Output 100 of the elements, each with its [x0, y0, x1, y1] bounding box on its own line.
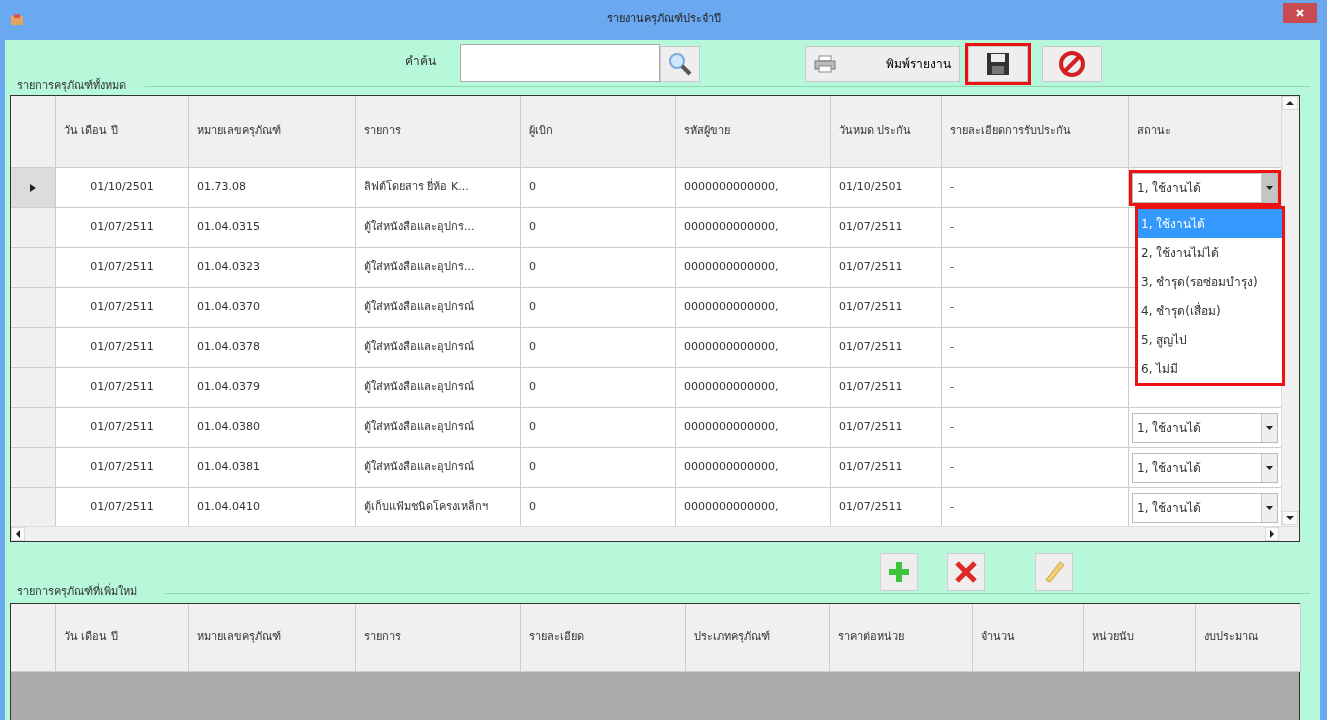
x-mark-icon [954, 560, 978, 584]
table-cell: 0000000000000, [676, 288, 831, 328]
column-header[interactable]: รายละเอียด [521, 604, 686, 672]
dropdown-arrow-button[interactable] [1261, 453, 1277, 482]
delete-button[interactable] [947, 553, 985, 591]
dropdown-arrow-button[interactable] [1261, 493, 1277, 522]
table-cell: 0 [521, 288, 676, 328]
status-dropdown[interactable]: 1, ใช้งานได้ [1132, 492, 1278, 523]
dropdown-option[interactable]: 5, สูญไป [1138, 325, 1282, 354]
column-header [11, 96, 56, 168]
dropdown-option[interactable]: 4, ชำรุด(เสื่อม) [1138, 296, 1282, 325]
status-dropdown[interactable]: 1, ใช้งานได้ [1132, 452, 1278, 483]
table-cell: 0 [521, 328, 676, 368]
column-header[interactable]: หน่วยนับ [1084, 604, 1196, 672]
column-header[interactable]: วัน เดือน ปี [56, 96, 189, 168]
table-cell: - [942, 248, 1129, 288]
table-cell: 01.04.0381 [189, 448, 356, 488]
printer-icon [814, 55, 836, 73]
table-cell: 01/07/2511 [831, 248, 942, 288]
column-header[interactable]: งบประมาณ [1196, 604, 1301, 672]
column-header[interactable]: วันหมด ประกัน [831, 96, 942, 168]
table-cell: 01/07/2511 [831, 288, 942, 328]
table-cell: 0000000000000, [676, 248, 831, 288]
caret-icon [1266, 185, 1273, 190]
edit-button[interactable] [1035, 553, 1073, 591]
table-cell: 01/07/2511 [56, 208, 189, 248]
row-header[interactable] [11, 248, 56, 288]
dropdown-arrow-button[interactable] [1261, 173, 1277, 202]
dropdown-option[interactable]: 6, ไม่มี [1138, 354, 1282, 383]
status-dropdown[interactable]: 1, ใช้งานได้ [1132, 172, 1278, 203]
current-row-icon [30, 183, 36, 192]
search-field[interactable] [460, 44, 660, 82]
table-cell: 0000000000000, [676, 448, 831, 488]
close-button[interactable] [1283, 3, 1317, 23]
row-header[interactable] [11, 448, 56, 488]
table-cell: 0 [521, 168, 676, 208]
table-cell: ตู้ใส่หนังสือและอุปกร... [356, 208, 521, 248]
app-icon [10, 14, 24, 26]
table-cell: 0000000000000, [676, 368, 831, 408]
status-dropdown[interactable]: 1, ใช้งานได้ [1132, 412, 1278, 443]
table-cell: - [942, 408, 1129, 448]
table-cell: 01/07/2511 [56, 368, 189, 408]
column-header[interactable]: สถานะ [1129, 96, 1282, 168]
table-cell: 01.04.0380 [189, 408, 356, 448]
group-label: รายการครุภัณฑ์ทั้งหมด [17, 78, 126, 94]
column-header[interactable]: รายละเอียดการรับประกัน [942, 96, 1129, 168]
table-cell: 01.04.0379 [189, 368, 356, 408]
caret-icon [1266, 505, 1273, 510]
caret-icon [1266, 425, 1273, 430]
table-cell: ตู้ใส่หนังสือและอุปกรณ์ [356, 288, 521, 328]
add-button[interactable] [880, 553, 918, 591]
column-header[interactable]: ราคาต่อหน่วย [830, 604, 973, 672]
close-icon [1295, 8, 1305, 18]
dropdown-arrow-button[interactable] [1261, 413, 1277, 442]
row-header[interactable] [11, 408, 56, 448]
row-header[interactable] [11, 368, 56, 408]
column-header[interactable]: วัน เดือน ปี [56, 604, 189, 672]
table-cell: 0 [521, 448, 676, 488]
table-cell: 01/10/2501 [831, 168, 942, 208]
search-icon [667, 51, 693, 77]
row-header[interactable] [11, 168, 56, 208]
dropdown-option[interactable]: 3, ชำรุด(รอซ่อมบำรุง) [1138, 267, 1282, 296]
search-button[interactable] [660, 46, 700, 82]
window-title: รายงานครุภัณฑ์ประจำปี [605, 11, 722, 27]
column-header[interactable]: ผู้เบิก [521, 96, 676, 168]
table-cell: 01.04.0378 [189, 328, 356, 368]
table-cell: - [942, 328, 1129, 368]
column-header[interactable]: รายการ [356, 604, 521, 672]
column-header[interactable]: หมายเลขครุภัณฑ์ [189, 96, 356, 168]
table-cell: 0000000000000, [676, 408, 831, 448]
table-cell: 01/07/2511 [831, 368, 942, 408]
table-cell: 01/07/2511 [831, 208, 942, 248]
row-header[interactable] [11, 288, 56, 328]
table-cell: 01.73.08 [189, 168, 356, 208]
table-cell: ตู้ใส่หนังสือและอุปกรณ์ [356, 448, 521, 488]
column-header[interactable]: ประเภทครุภัณฑ์ [686, 604, 830, 672]
table-cell: 01/07/2511 [831, 328, 942, 368]
save-button[interactable] [968, 46, 1028, 82]
table-cell: - [942, 288, 1129, 328]
row-header[interactable] [11, 488, 56, 528]
table-cell: ลิฟต์โดยสาร ยี่ห้อ K... [356, 168, 521, 208]
dropdown-option[interactable]: 2, ใช้งานไม่ได้ [1138, 238, 1282, 267]
prohibited-icon [1059, 51, 1085, 77]
table-cell: 01/07/2511 [56, 408, 189, 448]
table-cell: 0 [521, 248, 676, 288]
column-header[interactable]: รหัสผู้ขาย [676, 96, 831, 168]
column-header[interactable]: หมายเลขครุภัณฑ์ [189, 604, 356, 672]
table-cell: 01/07/2511 [831, 448, 942, 488]
table-cell: 0 [521, 408, 676, 448]
table-cell: - [942, 448, 1129, 488]
column-header[interactable]: รายการ [356, 96, 521, 168]
search-label: คำค้น [405, 53, 436, 70]
cancel-button[interactable] [1042, 46, 1102, 82]
table-cell: - [942, 208, 1129, 248]
column-header [11, 604, 56, 672]
column-header[interactable]: จำนวน [973, 604, 1084, 672]
row-header[interactable] [11, 328, 56, 368]
row-header[interactable] [11, 208, 56, 248]
print-button[interactable]: พิมพ์รายงาน [805, 46, 960, 82]
table-cell: 0000000000000, [676, 168, 831, 208]
